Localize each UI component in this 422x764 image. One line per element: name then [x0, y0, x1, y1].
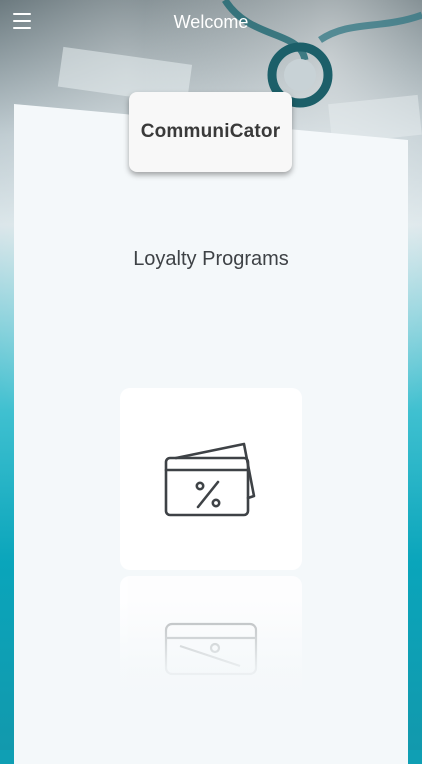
top-bar: Welcome — [0, 0, 422, 46]
logo-text: CommuniCator — [140, 121, 281, 142]
page-title: Welcome — [173, 12, 249, 32]
loyalty-card-percent-icon — [164, 442, 256, 517]
bottom-fade-overlay — [14, 600, 408, 750]
section-title: Loyalty Programs — [133, 248, 289, 270]
loyalty-program-tile[interactable] — [120, 388, 302, 570]
app-logo: CommuniCator — [129, 92, 292, 172]
